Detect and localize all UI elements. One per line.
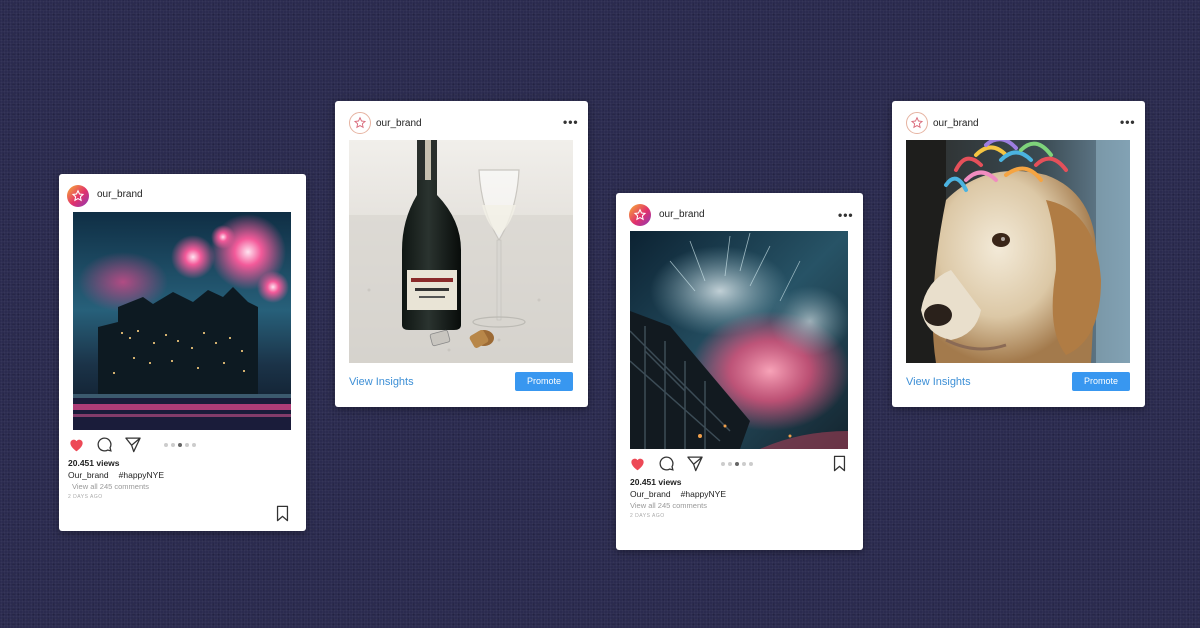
- brand-avatar[interactable]: [906, 112, 928, 134]
- post-username[interactable]: our_brand: [97, 189, 143, 200]
- more-options-icon[interactable]: •••: [838, 208, 854, 222]
- caption-username[interactable]: Our_brand: [630, 489, 671, 499]
- carousel-indicator: [721, 462, 753, 466]
- view-insights-link[interactable]: View Insights: [906, 376, 971, 388]
- brand-avatar[interactable]: [349, 112, 371, 134]
- post-photo-champagne[interactable]: [349, 140, 573, 363]
- post-card-1: our_brand 20.451 views Our_brand #happyN…: [59, 174, 306, 531]
- carousel-indicator: [164, 443, 196, 447]
- bookmark-icon[interactable]: [275, 505, 290, 522]
- star-icon: [353, 116, 367, 129]
- heart-icon[interactable]: [629, 456, 646, 471]
- post-username[interactable]: our_brand: [376, 118, 422, 129]
- post-photo-fireworks-bridge[interactable]: [630, 231, 848, 449]
- comment-icon[interactable]: [658, 455, 675, 472]
- promote-button[interactable]: Promote: [515, 372, 573, 391]
- view-comments-link[interactable]: View all 245 comments: [630, 501, 707, 510]
- star-icon: [71, 189, 85, 202]
- bookmark-icon[interactable]: [832, 455, 847, 472]
- heart-icon[interactable]: [68, 437, 85, 452]
- promote-button[interactable]: Promote: [1072, 372, 1130, 391]
- post-timestamp: 2 DAYS AGO: [68, 494, 103, 500]
- post-username[interactable]: our_brand: [659, 209, 705, 220]
- brand-avatar[interactable]: [629, 204, 651, 226]
- share-icon[interactable]: [686, 455, 704, 472]
- post-timestamp: 2 DAYS AGO: [630, 513, 665, 519]
- view-count: 20.451 views: [630, 477, 682, 487]
- caption: Our_brand #happyNYE: [630, 489, 726, 499]
- share-icon[interactable]: [124, 436, 142, 453]
- view-comments-link[interactable]: View all 245 comments: [72, 482, 149, 491]
- post-username[interactable]: our_brand: [933, 118, 979, 129]
- post-photo-beagle[interactable]: [906, 140, 1130, 363]
- post-card-2: our_brand ••• View Insights Promote: [335, 101, 588, 407]
- view-insights-link[interactable]: View Insights: [349, 376, 414, 388]
- caption: Our_brand #happyNYE: [68, 470, 164, 480]
- star-icon: [633, 208, 647, 221]
- post-card-4: our_brand ••• View Insights Promote: [892, 101, 1145, 407]
- view-count: 20.451 views: [68, 458, 120, 468]
- star-icon: [910, 116, 924, 129]
- hashtag-link[interactable]: #happyNYE: [119, 470, 164, 480]
- post-card-3: our_brand ••• 20.451 views Our_brand #ha…: [616, 193, 863, 550]
- more-options-icon[interactable]: •••: [1120, 115, 1136, 129]
- comment-icon[interactable]: [96, 436, 113, 453]
- hashtag-link[interactable]: #happyNYE: [681, 489, 726, 499]
- brand-avatar[interactable]: [67, 185, 89, 207]
- more-options-icon[interactable]: •••: [563, 115, 579, 129]
- caption-username[interactable]: Our_brand: [68, 470, 109, 480]
- post-photo-fireworks-city[interactable]: [73, 212, 291, 430]
